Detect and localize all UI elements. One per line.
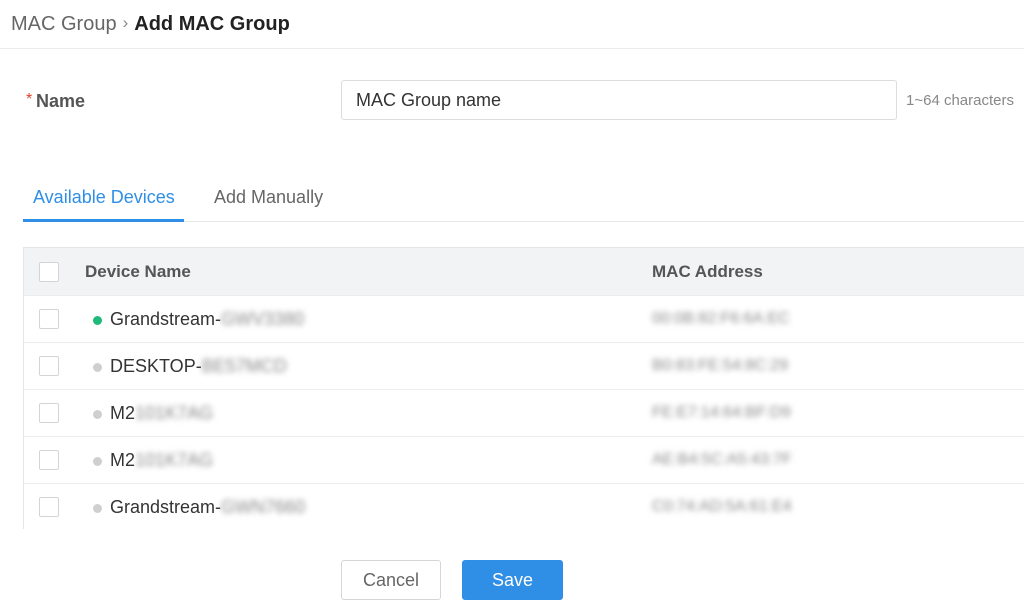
device-source-tabs: Available Devices Add Manually: [23, 178, 1024, 222]
mac-address: B0:83:FE:54:8C:29: [652, 357, 789, 374]
device-name: DESKTOP- BE57MCD: [110, 356, 287, 377]
name-length-hint: 1~64 characters: [906, 92, 1014, 109]
devices-table: Device Name MAC Address Grandstream- GWV3…: [23, 247, 1024, 530]
mac-address: FE:E7:14:64:BF:D9: [652, 404, 791, 421]
status-dot-icon: [93, 457, 102, 466]
required-asterisk: *: [26, 91, 33, 108]
status-dot-icon: [93, 363, 102, 372]
active-tab-indicator: [23, 219, 184, 222]
status-dot-icon: [93, 316, 102, 325]
mac-address: 00:0B:82:F6:6A:EC: [652, 310, 790, 327]
name-form-row: * Name 1~64 characters: [26, 80, 1024, 120]
column-header-device-name[interactable]: Device Name: [85, 262, 191, 282]
row-checkbox[interactable]: [39, 450, 59, 470]
tab-add-manually[interactable]: Add Manually: [214, 187, 323, 208]
device-name: M2 101K7AG: [110, 403, 213, 424]
table-header: Device Name MAC Address: [24, 247, 1024, 295]
column-header-mac-address[interactable]: MAC Address: [652, 262, 763, 282]
device-name-visible: Grandstream-: [110, 309, 222, 329]
table-row[interactable]: Grandstream- GWN7660 C0:74:AD:5A:61:E4: [24, 483, 1024, 530]
device-name: M2 101K7AG: [110, 450, 213, 471]
device-name-visible: DESKTOP-: [110, 356, 202, 376]
name-label: Name: [36, 91, 86, 111]
mac-address: AE:B4:5C:A5:43:7F: [652, 451, 792, 468]
device-name: Grandstream- GWN7660: [110, 497, 305, 518]
device-name-blurred: GWV3380: [221, 309, 305, 329]
device-name: Grandstream- GWV3380: [110, 309, 304, 330]
breadcrumb-parent-link[interactable]: MAC Group: [11, 13, 117, 36]
tab-available-devices[interactable]: Available Devices: [33, 187, 175, 208]
row-checkbox[interactable]: [39, 309, 59, 329]
page-title: Add MAC Group: [134, 12, 290, 35]
device-name-blurred: BE57MCD: [201, 356, 287, 376]
table-row[interactable]: M2 101K7AG AE:B4:5C:A5:43:7F: [24, 436, 1024, 483]
device-name-visible: M2: [110, 450, 136, 470]
group-name-input[interactable]: [341, 80, 897, 120]
status-dot-icon: [93, 504, 102, 513]
device-name-blurred: 101K7AG: [135, 403, 214, 423]
row-checkbox[interactable]: [39, 497, 59, 517]
device-name-visible: Grandstream-: [110, 497, 222, 517]
chevron-right-icon: ›: [122, 13, 129, 32]
device-name-blurred: 101K7AG: [135, 450, 214, 470]
table-row[interactable]: M2 101K7AG FE:E7:14:64:BF:D9: [24, 389, 1024, 436]
select-all-checkbox[interactable]: [39, 262, 59, 282]
device-name-blurred: GWN7660: [221, 497, 306, 517]
row-checkbox[interactable]: [39, 356, 59, 376]
cancel-button[interactable]: Cancel: [341, 560, 441, 600]
mac-address: C0:74:AD:5A:61:E4: [652, 498, 792, 515]
table-row[interactable]: DESKTOP- BE57MCD B0:83:FE:54:8C:29: [24, 342, 1024, 389]
row-checkbox[interactable]: [39, 403, 59, 423]
table-row[interactable]: Grandstream- GWV3380 00:0B:82:F6:6A:EC: [24, 295, 1024, 342]
page-header: MAC Group › Add MAC Group: [0, 0, 1024, 49]
save-button[interactable]: Save: [462, 560, 563, 600]
status-dot-icon: [93, 410, 102, 419]
device-name-visible: M2: [110, 403, 136, 423]
